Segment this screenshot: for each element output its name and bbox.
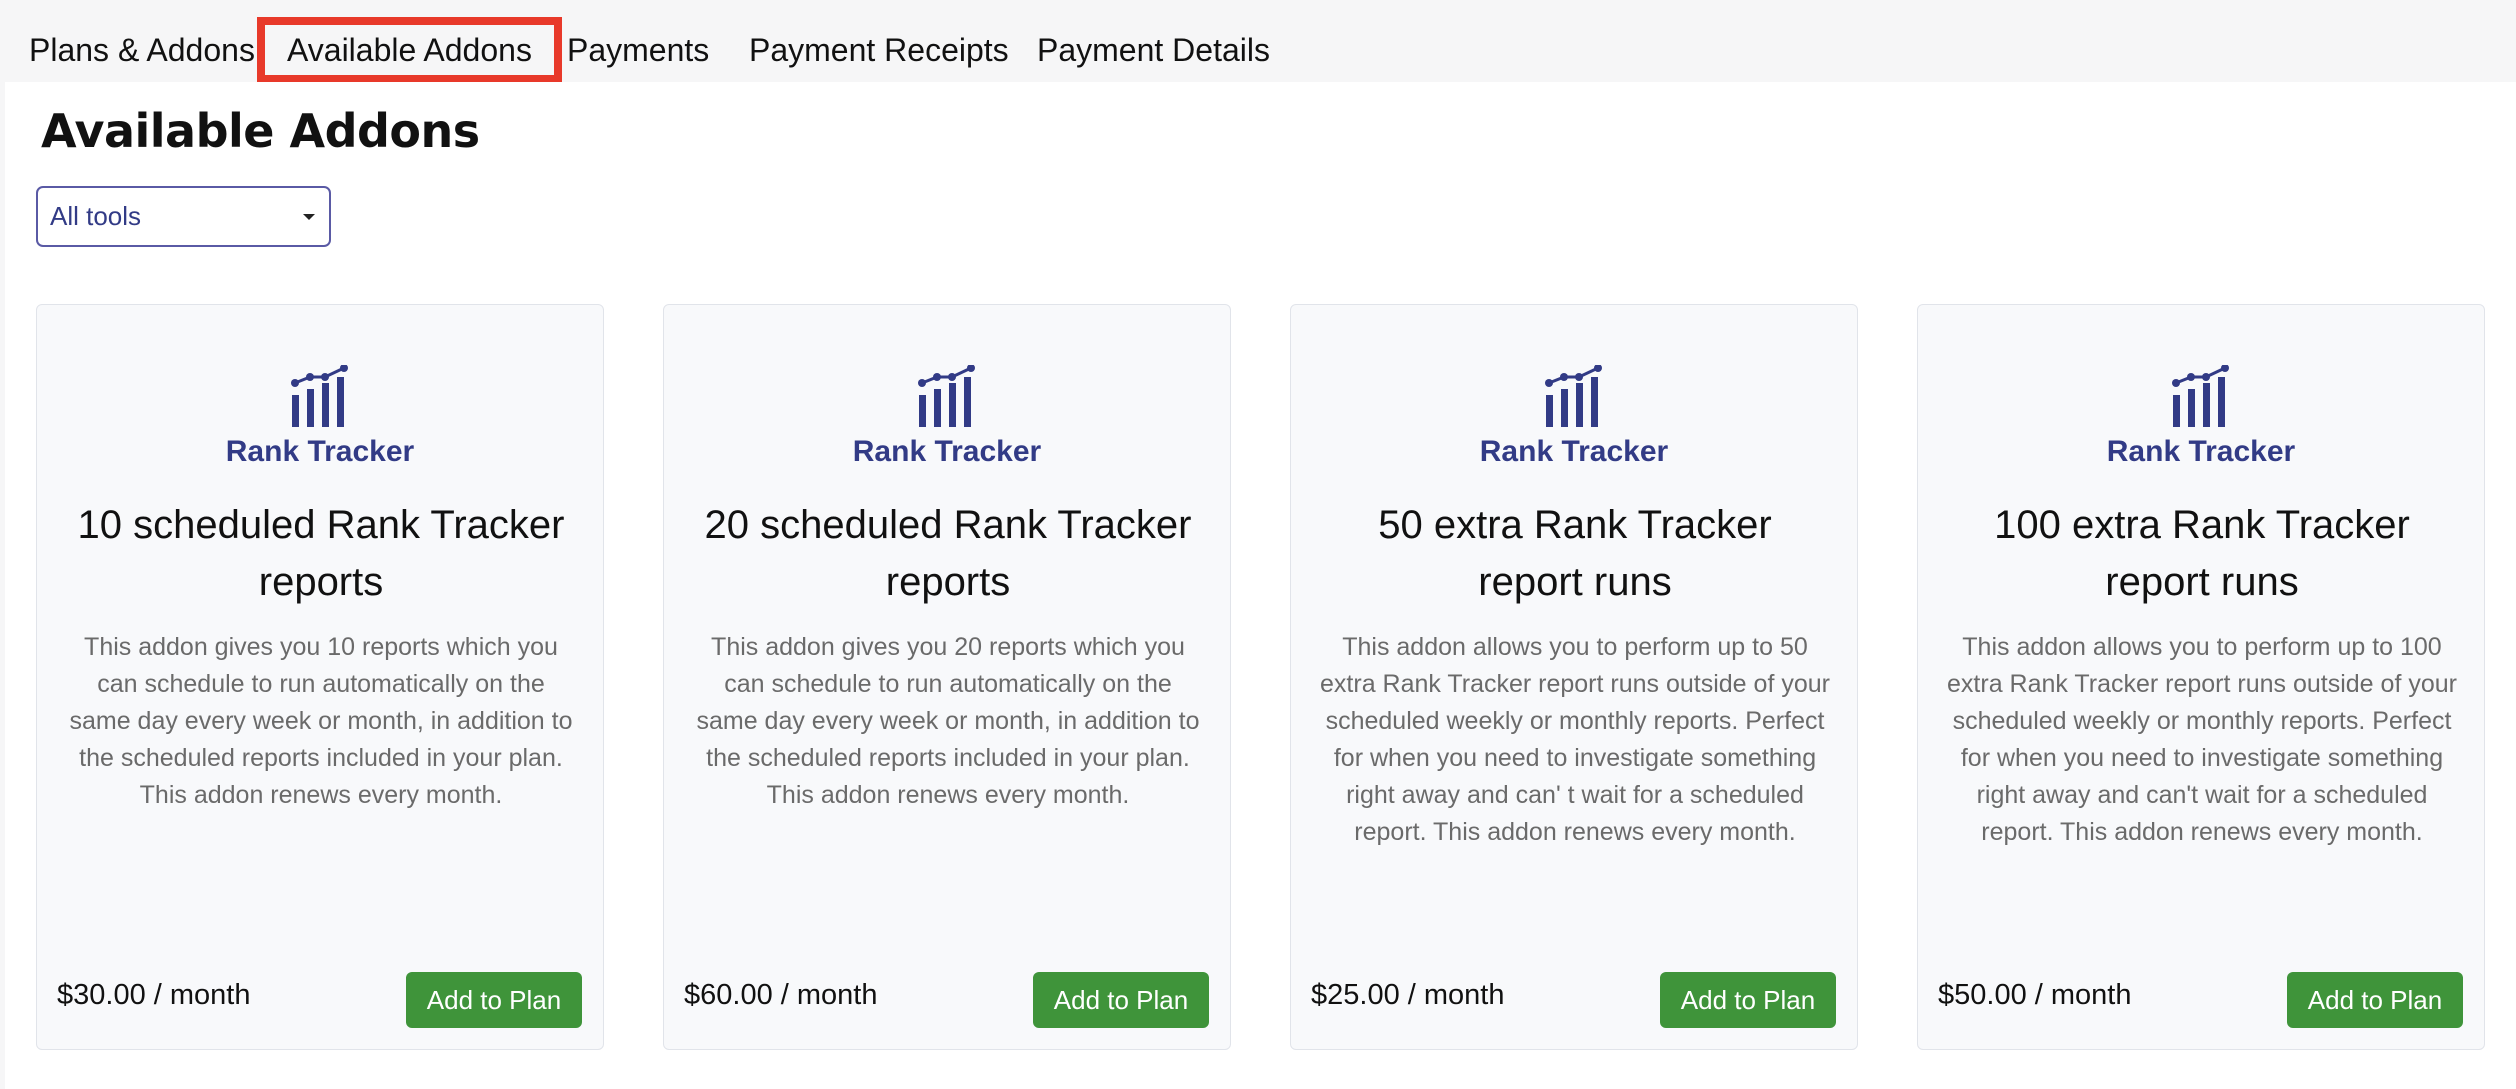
caret-down-icon <box>303 214 315 220</box>
addon-description: This addon gives you 10 reports which yo… <box>69 633 573 809</box>
tab-bar: Plans & Addons Available Addons Payments… <box>0 0 2516 83</box>
addon-description: This addon allows you to perform up to 1… <box>1947 633 2457 846</box>
tab-payment-receipts[interactable]: Payment Receipts <box>749 17 1009 83</box>
addon-tool-name: Rank Tracker <box>225 435 415 468</box>
page-title: Available Addons <box>41 104 480 158</box>
addon-price: $50.00 / month <box>1938 979 2132 1011</box>
tool-filter-value: All tools <box>50 201 142 231</box>
addon-title: 10 scheduled Rank Tracker reports <box>77 503 565 604</box>
tool-filter-select[interactable]: All tools <box>36 186 331 247</box>
addon-card: Rank Tracker 50 extra Rank Tracker repor… <box>1290 304 1858 1050</box>
addon-tool-name: Rank Tracker <box>1479 435 1669 468</box>
chart-icon <box>291 365 348 427</box>
addon-card: Rank Tracker 10 scheduled Rank Tracker r… <box>36 304 604 1050</box>
add-to-plan-button[interactable]: Add to Plan <box>406 972 582 1028</box>
addon-title: 20 scheduled Rank Tracker reports <box>704 503 1192 604</box>
addon-price: $25.00 / month <box>1311 979 1505 1011</box>
addon-price: $30.00 / month <box>57 979 251 1011</box>
add-to-plan-button[interactable]: Add to Plan <box>1660 972 1836 1028</box>
addon-description: This addon allows you to perform up to 5… <box>1320 633 1830 846</box>
addon-title: 100 extra Rank Tracker report runs <box>1994 503 2410 604</box>
add-to-plan-button[interactable]: Add to Plan <box>1033 972 1209 1028</box>
chart-icon <box>918 365 975 427</box>
addon-price: $60.00 / month <box>684 979 878 1011</box>
addon-card: Rank Tracker 20 scheduled Rank Tracker r… <box>663 304 1231 1050</box>
addon-tool-name: Rank Tracker <box>2106 435 2296 468</box>
tab-available-addons[interactable]: Available Addons <box>257 17 562 83</box>
addon-title: 50 extra Rank Tracker report runs <box>1378 503 1772 604</box>
addon-tool-name: Rank Tracker <box>852 435 1042 468</box>
chart-icon <box>1545 365 1602 427</box>
main-content: Available Addons All tools Rank Tracker … <box>5 82 2516 1089</box>
addon-card: Rank Tracker 100 extra Rank Tracker repo… <box>1917 304 2485 1050</box>
tab-payments[interactable]: Payments <box>567 17 709 83</box>
tab-plans-addons[interactable]: Plans & Addons <box>29 17 255 83</box>
chart-icon <box>2172 365 2229 427</box>
addon-description: This addon gives you 20 reports which yo… <box>696 633 1200 809</box>
add-to-plan-button[interactable]: Add to Plan <box>2287 972 2463 1028</box>
tab-payment-details[interactable]: Payment Details <box>1037 17 1270 83</box>
